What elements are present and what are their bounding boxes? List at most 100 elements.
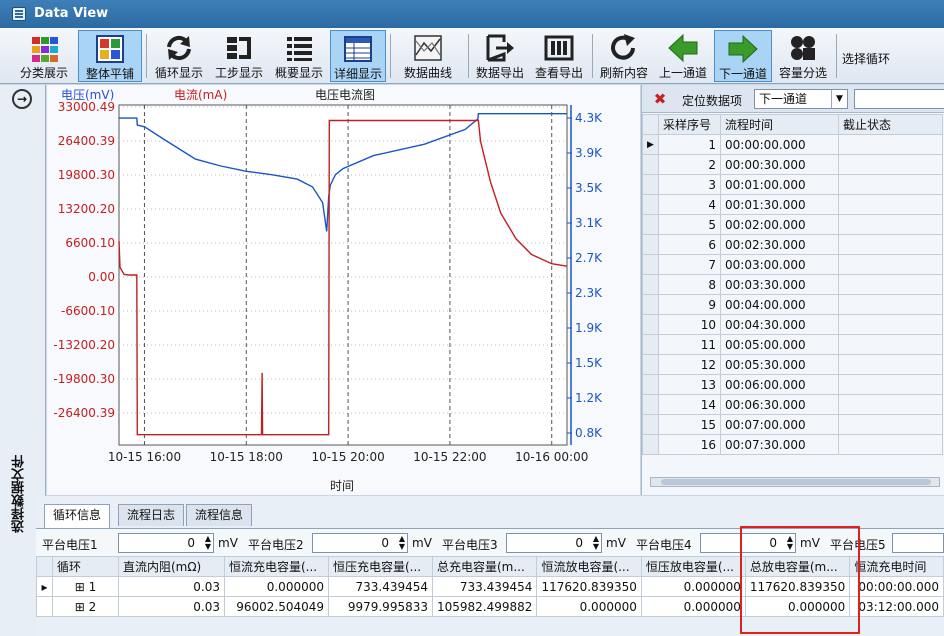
y2-tick-label: 1.9K [575, 321, 603, 335]
refresh-button[interactable]: 刷新内容 [596, 30, 652, 82]
row-selector[interactable] [642, 174, 659, 195]
row-selector[interactable] [36, 596, 53, 617]
column-header[interactable]: 流程时间 [720, 114, 839, 135]
row-selector[interactable] [642, 254, 659, 275]
detail-display-button[interactable]: 详细显示 [330, 30, 386, 82]
column-header[interactable]: 恒流充电容量(... [224, 556, 329, 577]
x-tick-label: 10-15 22:00 [413, 450, 486, 464]
table-cell [838, 254, 943, 275]
table-cell: 5 [658, 214, 721, 235]
horizontal-scrollbar[interactable] [650, 477, 940, 487]
table-row[interactable]: 8 00:03:30.000 [642, 274, 943, 295]
row-selector[interactable]: ▸ [36, 576, 53, 597]
table-cell: 00:02:30.000 [720, 234, 839, 255]
locate-item-label: 定位数据项 [682, 94, 743, 108]
column-header[interactable]: 截止状态 [838, 114, 943, 135]
column-header[interactable]: 恒压充电容量(... [328, 556, 433, 577]
table-row[interactable]: 5 00:02:00.000 [642, 214, 943, 235]
tab-process-info[interactable]: 流程信息 [186, 504, 253, 526]
column-header[interactable]: 总放电容量(m... [744, 556, 851, 577]
close-icon[interactable]: ✖ [652, 91, 668, 107]
row-selector[interactable] [642, 194, 659, 215]
column-header[interactable]: 恒流放电容量(... [536, 556, 642, 577]
table-row[interactable]: 11 00:05:00.000 [642, 334, 943, 355]
cycle-display-button[interactable]: 循环显示 [150, 30, 208, 82]
table-cell: 96002.504049 [224, 596, 329, 617]
table-row[interactable]: ⊞ 2 0.03 96002.504049 9979.995833 105982.499… [36, 596, 944, 617]
platform-voltage-input[interactable]: 0 ▲ ▼ [506, 533, 602, 553]
capacity-sort-button[interactable]: 容量分选 [774, 30, 832, 82]
y-tick-label: 6600.10 [65, 236, 115, 250]
table-row[interactable]: 7 00:03:00.000 [642, 254, 943, 275]
expand-cell[interactable]: ⊞ 2 [52, 596, 119, 617]
arrow-circle-icon[interactable]: → [12, 89, 32, 109]
table-row[interactable]: ▶ 1 00:00:00.000 [642, 134, 943, 155]
platform-voltage-input[interactable] [892, 533, 944, 553]
tab-cycle-info[interactable]: 循环信息 [44, 504, 111, 528]
y2-tick-label: 3.9K [575, 146, 603, 160]
tab-process-log[interactable]: 流程日志 [118, 504, 185, 526]
table-row[interactable]: 2 00:00:30.000 [642, 154, 943, 175]
row-selector[interactable] [642, 154, 659, 175]
table-row[interactable]: 9 00:04:00.000 [642, 294, 943, 315]
row-selector[interactable] [642, 414, 659, 435]
row-selector[interactable] [642, 294, 659, 315]
table-row[interactable]: 16 00:07:30.000 [642, 434, 943, 455]
expand-cell[interactable]: ⊞ 1 [52, 576, 119, 597]
table-row[interactable]: 13 00:06:00.000 [642, 374, 943, 395]
channel-select[interactable]: 下一通道 ▼ [754, 89, 848, 109]
column-header[interactable]: 采样序号 [658, 114, 721, 135]
next-channel-button[interactable]: 下一通道 [714, 30, 772, 82]
column-header[interactable]: 恒压放电容量(... [640, 556, 746, 577]
table-row[interactable]: 14 00:06:30.000 [642, 394, 943, 415]
classify-display-button[interactable]: 分类展示 [14, 30, 74, 82]
column-header[interactable]: 循环 [52, 556, 119, 577]
data-curve-button[interactable]: 数据曲线 [394, 30, 462, 82]
row-selector[interactable] [642, 374, 659, 395]
table-cell [838, 174, 943, 195]
table-row[interactable]: 6 00:02:30.000 [642, 234, 943, 255]
row-selector[interactable] [642, 274, 659, 295]
table-row[interactable]: 15 00:07:00.000 [642, 414, 943, 435]
scrollbar-thumb[interactable] [661, 479, 931, 485]
data-export-button[interactable]: 数据导出 [472, 30, 528, 82]
row-selector[interactable] [642, 314, 659, 335]
select-cycle-label[interactable]: 选择循环 [842, 50, 890, 67]
platform-voltage-label: 平台电压1 [42, 538, 98, 552]
select-data-file-label[interactable]: 选择数据文件 [10, 455, 29, 533]
table-row[interactable]: ▸ ⊞ 1 0.03 0.000000 733.439454 733.439454 1176… [36, 576, 944, 597]
row-selector[interactable]: ▶ [642, 134, 659, 155]
column-header[interactable]: 总充电容量(m... [431, 556, 538, 577]
step-display-button[interactable]: 工步显示 [210, 30, 268, 82]
table-row[interactable]: 3 00:01:00.000 [642, 174, 943, 195]
row-selector[interactable] [642, 394, 659, 415]
summary-display-button[interactable]: 概要显示 [270, 30, 328, 82]
row-selector[interactable] [642, 234, 659, 255]
table-cell [838, 234, 943, 255]
table-cell: 1 [658, 134, 721, 155]
row-selector-header [36, 556, 53, 577]
spin-icon: ▲ ▼ [398, 534, 405, 551]
platform-voltage-input[interactable]: 0 ▲ ▼ [700, 533, 796, 553]
sample-data-panel: ✖ 定位数据项 下一通道 ▼ 采样序号 流程时间 截止状态 ▶ 1 00:00:00… [641, 85, 944, 495]
table-row[interactable]: 10 00:04:30.000 [642, 314, 943, 335]
row-selector[interactable] [642, 214, 659, 235]
unit-label: mV [606, 536, 626, 550]
table-row[interactable]: 12 00:05:30.000 [642, 354, 943, 375]
locate-input[interactable] [854, 89, 944, 109]
previous-channel-button[interactable]: 上一通道 [654, 30, 712, 82]
table-cell: 00:02:00.000 [720, 214, 839, 235]
row-selector[interactable] [642, 354, 659, 375]
platform-voltage-input[interactable]: 0 ▲ ▼ [312, 533, 408, 553]
column-header[interactable]: 恒流充电时间 [849, 556, 944, 577]
row-selector[interactable] [642, 434, 659, 455]
row-selector[interactable] [642, 334, 659, 355]
view-export-button[interactable]: 查看导出 [530, 30, 588, 82]
arrow-left-icon [667, 33, 699, 63]
table-cell: 13 [658, 374, 721, 395]
column-header[interactable]: 直流内阻(mΩ) [118, 556, 225, 577]
platform-voltage-input[interactable]: 0 ▲ ▼ [118, 533, 214, 553]
y2-tick-label: 2.7K [575, 251, 603, 265]
table-row[interactable]: 4 00:01:30.000 [642, 194, 943, 215]
tile-display-button[interactable]: 整体平铺 [78, 30, 142, 82]
